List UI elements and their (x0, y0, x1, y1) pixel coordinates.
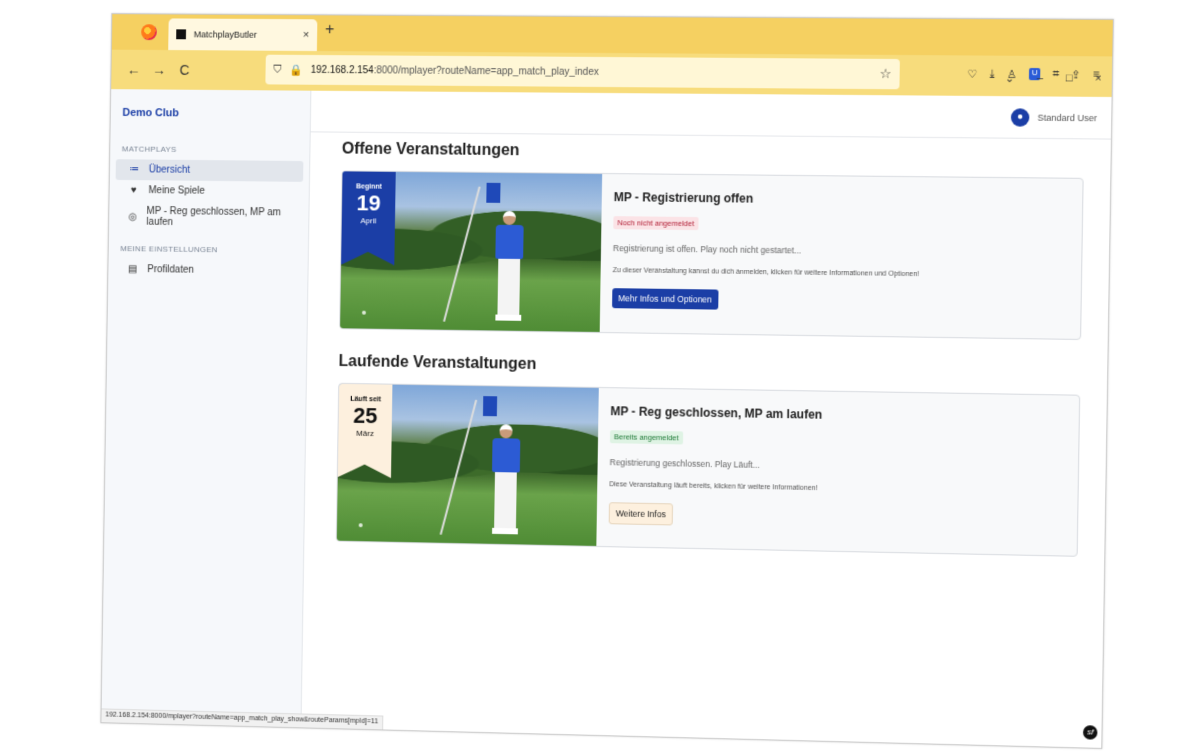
event-image: Beginnt 19 April (340, 171, 602, 332)
card-status: Registrierung geschlossen. Play Läuft... (610, 457, 1066, 475)
url-bar[interactable]: ⛉ 🔒 192.168.2.154:8000/mplayer?routeName… (265, 55, 900, 90)
firefox-icon[interactable] (141, 24, 157, 40)
card-title: MP - Registrierung offen (614, 190, 1070, 209)
golfer-head (503, 211, 516, 225)
browser-window: MatchplayButler × + ← → C ⛉ 🔒 192.168.2.… (100, 13, 1113, 749)
golfer-head (499, 424, 512, 438)
minimize-button[interactable]: – (1037, 72, 1043, 85)
section-heading-settings: MEINE EINSTELLUNGEN (109, 232, 309, 261)
sidebar-item-label: Profildaten (147, 264, 194, 275)
new-tab-button[interactable]: + (325, 21, 334, 39)
heart-icon: ♥ (127, 185, 141, 196)
tabs-dropdown-icon[interactable]: ⌄ (1005, 72, 1015, 85)
card-body: MP - Reg geschlossen, MP am laufen Berei… (596, 388, 1079, 556)
sidebar-item-uebersicht[interactable]: ≔ Übersicht (116, 159, 304, 182)
user-name[interactable]: Standard User (1037, 112, 1097, 123)
status-badge: Noch nicht angemeldet (613, 216, 698, 230)
golfer-shoes (492, 528, 518, 535)
section-title-open: Offene Veranstaltungen (342, 141, 1084, 166)
ball-dot (362, 311, 366, 315)
screen: MatchplayButler × + ← → C ⛉ 🔒 192.168.2.… (0, 0, 1200, 752)
id-card-icon: ▤ (126, 264, 140, 275)
list-icon: ≔ (127, 164, 141, 175)
window-buttons: ⌄ – □ × (1005, 72, 1102, 86)
url-path: :8000/mplayer?routeName=app_match_play_i… (373, 65, 598, 78)
url-host: 192.168.2.154 (311, 64, 374, 75)
download-icon[interactable]: ⤓ (989, 68, 994, 81)
sidebar-item-label: Meine Spiele (148, 185, 205, 196)
flag-icon (486, 183, 500, 203)
favicon-icon (176, 29, 186, 39)
card-title: MP - Reg geschlossen, MP am laufen (610, 404, 1066, 426)
ribbon-day: 25 (353, 403, 378, 429)
target-icon: ◎ (127, 211, 139, 222)
golfer-pants (497, 259, 520, 315)
sidebar-item-mp-running[interactable]: ◎ MP - Reg geschlossen, MP am laufen (115, 201, 303, 235)
card-body: MP - Registrierung offen Noch nicht ange… (600, 174, 1083, 339)
sidebar-item-profildaten[interactable]: ▤ Profildaten (114, 259, 302, 282)
sidebar-item-meine-spiele[interactable]: ♥ Meine Spiele (115, 180, 303, 203)
card-description: Zu dieser Veranstaltung kannst du dich a… (613, 267, 1069, 280)
ribbon-day: 19 (356, 190, 381, 216)
event-card-running[interactable]: Läuft seit 25 März MP - Reg geschlossen,… (336, 383, 1080, 557)
brand-title[interactable]: Demo Club (110, 89, 310, 134)
golfer-pants (494, 472, 517, 528)
more-info-button[interactable]: Weitere Infos (609, 502, 673, 525)
golfer-figure (488, 211, 530, 329)
ribbon-month: April (360, 216, 376, 225)
section-title-running: Laufende Veranstaltungen (338, 353, 1080, 383)
golfer-shirt (495, 225, 523, 259)
main-content: ● Standard User Offene Veranstaltungen B… (301, 91, 1111, 748)
sidebar-item-label: Übersicht (149, 164, 190, 175)
card-description: Diese Veranstaltung läuft bereits, klick… (609, 481, 1065, 497)
card-status: Registrierung ist offen. Play noch nicht… (613, 243, 1069, 259)
date-ribbon: Läuft seit 25 März (338, 384, 393, 478)
bookmark-star-icon[interactable]: ☆ (880, 66, 892, 82)
golfer-shirt (492, 438, 520, 472)
reload-button[interactable]: C (172, 62, 198, 78)
pocket-icon[interactable]: ♡ (967, 68, 977, 81)
golfer-figure (485, 424, 527, 542)
tab-title: MatchplayButler (194, 29, 303, 40)
status-badge: Bereits angemeldet (610, 430, 683, 444)
shield-icon[interactable]: ⛉ (273, 63, 281, 76)
page: Demo Club MATCHPLAYS ≔ Übersicht ♥ Meine… (101, 89, 1111, 748)
user-bar: ● Standard User (311, 91, 1112, 140)
ribbon-month: März (356, 429, 374, 438)
url-text[interactable]: 192.168.2.154:8000/mplayer?routeName=app… (311, 64, 880, 79)
sidebar: Demo Club MATCHPLAYS ≔ Übersicht ♥ Meine… (101, 89, 311, 727)
maximize-button[interactable]: □ (1066, 72, 1073, 85)
event-card-open[interactable]: Beginnt 19 April MP - Registrierung offe… (339, 170, 1084, 340)
back-button[interactable]: ← (121, 62, 147, 78)
user-avatar-icon[interactable]: ● (1011, 108, 1030, 126)
ball-dot (359, 523, 363, 527)
close-tab-icon[interactable]: × (303, 29, 310, 41)
date-ribbon: Beginnt 19 April (341, 171, 396, 265)
lock-icon[interactable]: 🔒 (289, 63, 303, 76)
browser-tab[interactable]: MatchplayButler × (168, 18, 317, 51)
symfony-toolbar-icon[interactable]: sf (1083, 725, 1098, 740)
close-window-button[interactable]: × (1095, 73, 1102, 86)
event-image: Läuft seit 25 März (337, 384, 599, 546)
golfer-shoes (495, 315, 521, 321)
section-heading-matchplays: MATCHPLAYS (110, 133, 310, 162)
flag-icon (483, 396, 497, 416)
sidebar-item-label: MP - Reg geschlossen, MP am laufen (146, 206, 291, 229)
forward-button[interactable]: → (146, 62, 172, 78)
more-info-options-button[interactable]: Mehr Infos und Optionen (612, 288, 718, 309)
